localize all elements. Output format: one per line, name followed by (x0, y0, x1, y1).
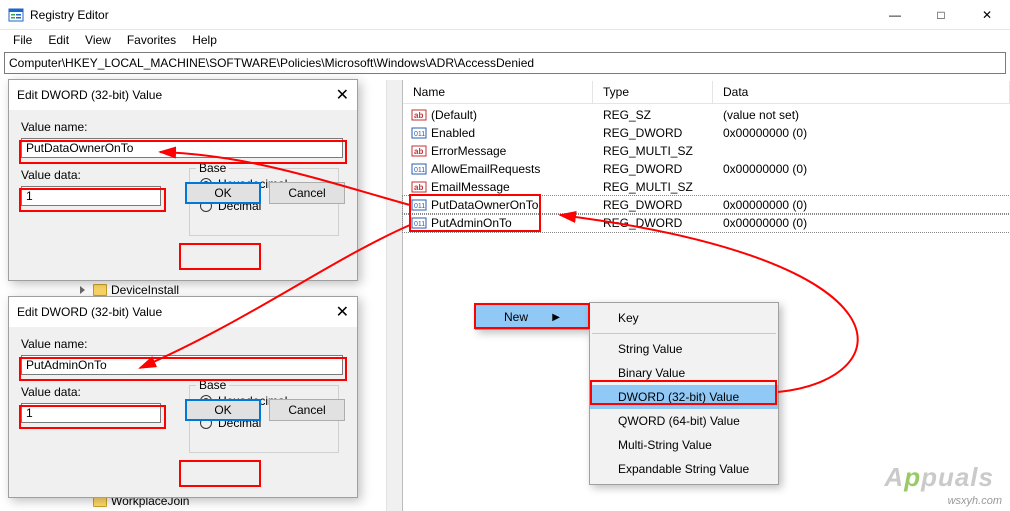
value-data: 0x00000000 (0) (713, 216, 1010, 230)
value-data: 0x00000000 (0) (713, 198, 1010, 212)
context-item-new[interactable]: New ▶ (476, 305, 588, 329)
value-name: Enabled (431, 126, 475, 140)
svg-text:011: 011 (414, 167, 425, 174)
menu-file[interactable]: File (6, 31, 39, 49)
menu-edit[interactable]: Edit (41, 31, 76, 49)
ok-button[interactable]: OK (185, 182, 261, 204)
value-name: PutDataOwnerOnTo (431, 198, 538, 212)
value-name: (Default) (431, 108, 477, 122)
value-type: REG_DWORD (593, 162, 713, 176)
svg-text:ab: ab (414, 183, 423, 192)
minimize-button[interactable]: — (872, 0, 918, 30)
column-header-name[interactable]: Name (403, 81, 593, 103)
address-path: Computer\HKEY_LOCAL_MACHINE\SOFTWARE\Pol… (9, 56, 534, 70)
value-icon: ab (411, 179, 427, 195)
value-type: REG_MULTI_SZ (593, 144, 713, 158)
value-icon: ab (411, 107, 427, 123)
submenu-arrow-icon: ▶ (552, 312, 560, 323)
registry-value-row[interactable]: 011 PutDataOwnerOnTo REG_DWORD0x00000000 (… (403, 196, 1010, 214)
value-data: 0x00000000 (0) (713, 126, 1010, 140)
value-data: 0x00000000 (0) (713, 162, 1010, 176)
context-item-dword[interactable]: DWORD (32-bit) Value (590, 385, 778, 409)
cancel-button[interactable]: Cancel (269, 399, 345, 421)
value-icon: 011 (411, 161, 427, 177)
registry-value-row[interactable]: ab EmailMessage REG_MULTI_SZ (403, 178, 1010, 196)
watermark-logo: Appuals (884, 462, 994, 493)
value-data-input[interactable] (21, 186, 161, 206)
value-icon: 011 (411, 125, 427, 141)
value-name: ErrorMessage (431, 144, 506, 158)
svg-text:011: 011 (414, 203, 425, 210)
value-name: EmailMessage (431, 180, 510, 194)
window-title: Registry Editor (30, 8, 109, 22)
registry-value-row[interactable]: 011 PutAdminOnTo REG_DWORD0x00000000 (0) (403, 214, 1010, 232)
value-type: REG_DWORD (593, 216, 713, 230)
value-name: AllowEmailRequests (431, 162, 540, 176)
column-header-type[interactable]: Type (593, 81, 713, 103)
address-bar[interactable]: Computer\HKEY_LOCAL_MACHINE\SOFTWARE\Pol… (4, 52, 1006, 74)
context-submenu-new: Key String Value Binary Value DWORD (32-… (589, 302, 779, 485)
menu-view[interactable]: View (78, 31, 118, 49)
close-button[interactable]: ✕ (964, 0, 1010, 30)
value-icon: 011 (411, 215, 427, 231)
value-name-input[interactable] (21, 138, 343, 158)
dialog-title: Edit DWORD (32-bit) Value (17, 88, 162, 102)
registry-value-row[interactable]: ab ErrorMessage REG_MULTI_SZ (403, 142, 1010, 160)
registry-value-row[interactable]: 011 Enabled REG_DWORD0x00000000 (0) (403, 124, 1010, 142)
context-item-qword[interactable]: QWORD (64-bit) Value (590, 409, 778, 433)
app-icon (8, 7, 24, 23)
context-menu-new: New ▶ (475, 304, 589, 330)
value-type: REG_MULTI_SZ (593, 180, 713, 194)
menu-favorites[interactable]: Favorites (120, 31, 183, 49)
value-type: REG_SZ (593, 108, 713, 122)
context-item-binary[interactable]: Binary Value (590, 361, 778, 385)
value-data-input[interactable] (21, 403, 161, 423)
edit-dword-dialog-2: Edit DWORD (32-bit) Value ✕ Value name: … (8, 296, 358, 498)
svg-text:ab: ab (414, 147, 423, 156)
registry-value-row[interactable]: ab (Default) REG_SZ(value not set) (403, 106, 1010, 124)
watermark-url: wsxyh.com (948, 495, 1002, 507)
maximize-button[interactable]: □ (918, 0, 964, 30)
tree-item-deviceinstall[interactable]: DeviceInstall (80, 283, 179, 297)
value-icon: ab (411, 143, 427, 159)
value-name-label: Value name: (21, 120, 345, 134)
tree-expander-icon[interactable] (80, 286, 89, 295)
ok-button[interactable]: OK (185, 399, 261, 421)
value-data: (value not set) (713, 108, 1010, 122)
svg-text:011: 011 (414, 221, 425, 228)
dialog-title: Edit DWORD (32-bit) Value (17, 305, 162, 319)
context-item-key[interactable]: Key (590, 306, 778, 330)
context-item-expand[interactable]: Expandable String Value (590, 457, 778, 481)
menu-help[interactable]: Help (185, 31, 224, 49)
dialog-close-button[interactable]: ✕ (336, 85, 349, 105)
folder-icon (93, 284, 107, 296)
value-name-label: Value name: (21, 337, 345, 351)
value-icon: 011 (411, 197, 427, 213)
svg-text:ab: ab (414, 111, 423, 120)
column-header-data[interactable]: Data (713, 81, 1010, 103)
edit-dword-dialog-1: Edit DWORD (32-bit) Value ✕ Value name: … (8, 79, 358, 281)
value-type: REG_DWORD (593, 126, 713, 140)
tree-scrollbar[interactable] (386, 80, 402, 511)
value-name-input[interactable] (21, 355, 343, 375)
value-type: REG_DWORD (593, 198, 713, 212)
dialog-close-button[interactable]: ✕ (336, 302, 349, 322)
menu-separator (592, 333, 776, 334)
registry-value-row[interactable]: 011 AllowEmailRequests REG_DWORD0x00000000… (403, 160, 1010, 178)
svg-text:011: 011 (414, 131, 425, 138)
context-item-multi[interactable]: Multi-String Value (590, 433, 778, 457)
menu-bar: File Edit View Favorites Help (0, 30, 1010, 50)
list-header: Name Type Data (403, 80, 1010, 104)
value-name: PutAdminOnTo (431, 216, 512, 230)
cancel-button[interactable]: Cancel (269, 182, 345, 204)
context-item-string[interactable]: String Value (590, 337, 778, 361)
